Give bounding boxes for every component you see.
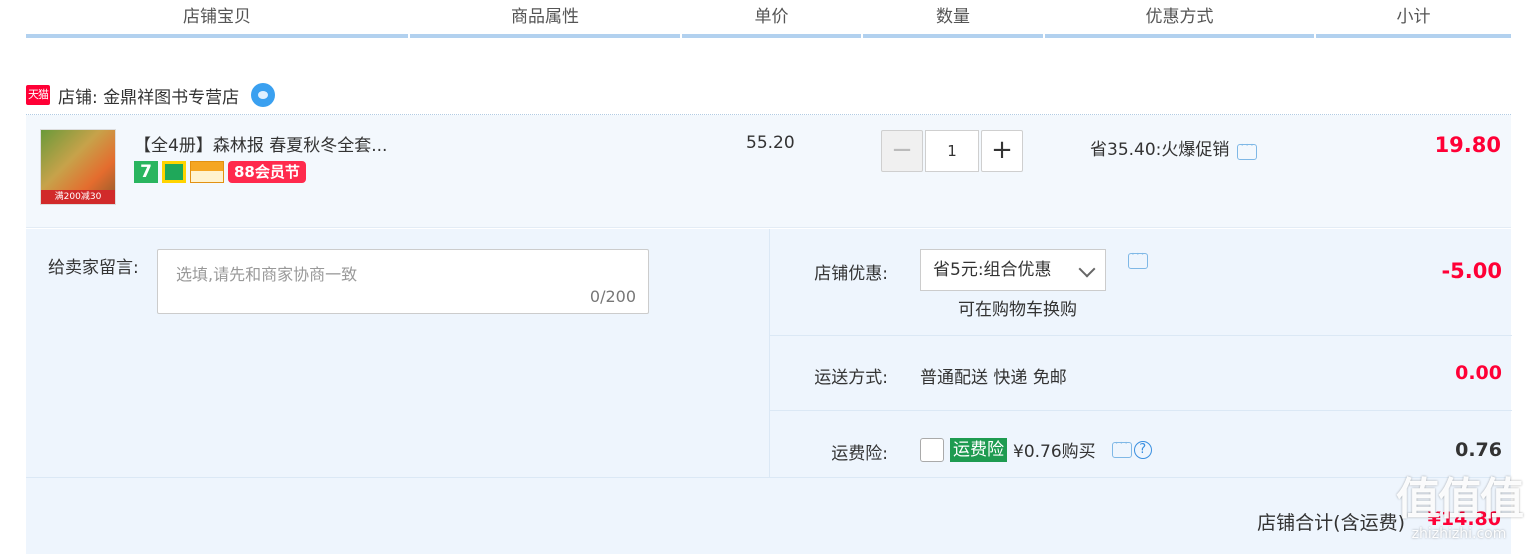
- freight-insurance-price: ¥0.76购买: [1013, 442, 1096, 462]
- header-col-subtotal: 小计: [1316, 0, 1511, 38]
- gift-icon[interactable]: [162, 161, 186, 183]
- service-badges: 7 88会员节: [134, 161, 306, 183]
- quantity-input[interactable]: 1: [925, 130, 979, 172]
- shop-total-label: 店铺合计(含运费): [1257, 512, 1405, 534]
- watermark-logo: 值值值: [1396, 474, 1524, 525]
- order-options-panel: 给卖家留言: 选填,请先和商家协商一致 0/200 店铺优惠: 省5元:组合优惠…: [26, 229, 1512, 477]
- freight-insurance-label: 运费险:: [831, 444, 888, 464]
- shipping-label: 运送方式:: [814, 368, 888, 388]
- quantity-stepper: − 1 +: [881, 130, 1023, 172]
- card-icon[interactable]: [190, 161, 224, 183]
- unit-price: 55.20: [746, 133, 795, 153]
- member-day-badge[interactable]: 88会员节: [228, 161, 306, 183]
- header-col-shop-items: 店铺宝贝: [26, 0, 408, 38]
- message-placeholder: 选填,请先和商家协商一致: [176, 265, 358, 284]
- cart-item-row: 满200减30 【全4册】森林报 春夏秋冬全套... 7 88会员节 55.20…: [26, 115, 1511, 228]
- promotion-info: 省35.40:火爆促销: [1090, 135, 1258, 160]
- shop-discount-select[interactable]: 省5元:组合优惠: [920, 249, 1106, 291]
- promotion-text: 省35.40:火爆促销: [1090, 140, 1230, 160]
- product-thumbnail[interactable]: 满200减30: [40, 129, 116, 205]
- help-icon[interactable]: ?: [1133, 440, 1152, 459]
- message-label: 给卖家留言:: [48, 258, 139, 278]
- freight-insurance-tag: 运费险: [950, 437, 1007, 462]
- quantity-increase-button[interactable]: +: [981, 130, 1023, 172]
- shipping-row: 运送方式: 普通配送 快递 免邮 0.00: [770, 336, 1512, 411]
- quantity-decrease-button[interactable]: −: [881, 130, 923, 172]
- insurance-comment-icon[interactable]: [1111, 436, 1132, 458]
- freight-insurance-value: 0.76: [1455, 439, 1502, 461]
- header-col-unit-price: 单价: [682, 0, 861, 38]
- seven-day-return-icon[interactable]: 7: [134, 161, 158, 183]
- shop-discount-row: 店铺优惠: 省5元:组合优惠 可在购物车换购 -5.00: [770, 229, 1512, 336]
- thumbnail-caption: 满200减30: [41, 190, 115, 204]
- header-col-quantity: 数量: [863, 0, 1043, 38]
- header-col-attributes: 商品属性: [410, 0, 680, 38]
- freight-insurance-checkbox[interactable]: [920, 437, 944, 462]
- watermark-domain: zhizhizhi.com: [1411, 526, 1507, 542]
- freight-insurance-option: 运费险 ¥0.76购买 ?: [920, 436, 1152, 462]
- shop-row: 天猫 店铺: 金鼎祥图书专营店: [26, 80, 276, 110]
- tmall-logo-icon: 天猫: [26, 85, 50, 105]
- wangwang-chat-icon[interactable]: [251, 83, 276, 107]
- table-header: 店铺宝贝 商品属性 单价 数量 优惠方式 小计: [26, 0, 1511, 38]
- freight-insurance-row: 运费险: 运费险 ¥0.76购买 ? 0.76: [770, 411, 1512, 477]
- product-title-link[interactable]: 【全4册】森林报 春夏秋冬全套...: [134, 131, 387, 156]
- site-watermark: 值值值 zhizhizhi.com: [1389, 474, 1529, 554]
- shipping-value: 0.00: [1455, 362, 1502, 384]
- shipping-method: 普通配送 快递 免邮: [920, 368, 1067, 388]
- item-subtotal: 19.80: [1434, 133, 1501, 157]
- shop-total-row: 店铺合计(含运费) ¥14.80: [26, 477, 1511, 554]
- seller-message-textarea[interactable]: 选填,请先和商家协商一致 0/200: [157, 249, 649, 314]
- message-char-counter: 0/200: [589, 287, 636, 306]
- shop-name-link[interactable]: 店铺: 金鼎祥图书专营店: [58, 83, 239, 108]
- discount-comment-icon[interactable]: [1128, 247, 1148, 269]
- promotion-comment-icon[interactable]: [1237, 138, 1258, 160]
- shop-discount-value: -5.00: [1441, 259, 1502, 283]
- order-summary-panel: 店铺优惠: 省5元:组合优惠 可在购物车换购 -5.00 运送方式: 普通配送 …: [769, 229, 1512, 477]
- shop-discount-label: 店铺优惠:: [814, 264, 888, 284]
- chevron-down-icon: [1078, 260, 1096, 278]
- shop-discount-selected: 省5元:组合优惠: [933, 260, 1052, 280]
- header-col-discount: 优惠方式: [1045, 0, 1314, 38]
- swap-in-cart-hint: 可在购物车换购: [958, 300, 1077, 320]
